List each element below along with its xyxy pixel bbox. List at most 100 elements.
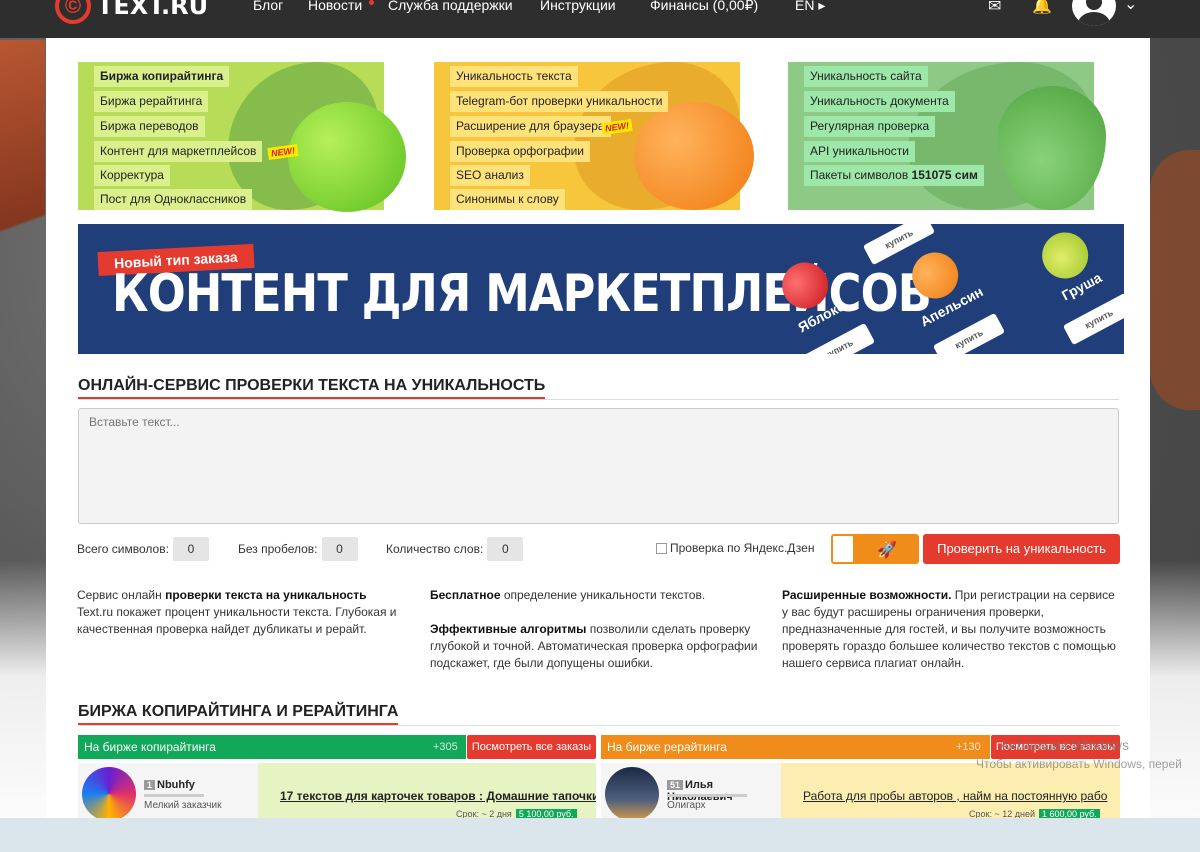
- total-chars-value: 0: [172, 537, 209, 561]
- no-space-chars: Без пробелов: 0: [238, 537, 358, 561]
- rewriting-customer[interactable]: 51 Илья Николаевич Олигарх: [601, 763, 781, 821]
- info-text: Сервис онлайн: [77, 588, 166, 602]
- chevron-down-icon[interactable]: ⌄: [1124, 0, 1137, 14]
- logo-icon: ©: [55, 0, 91, 24]
- total-chars-label: Всего символов:: [77, 542, 169, 556]
- customer-level: 51: [667, 780, 684, 790]
- rewriting-exchange-header[interactable]: На бирже рерайтинга +130: [601, 735, 990, 759]
- dzen-label: Проверка по Яндекс.Дзен: [670, 541, 815, 555]
- section-divider: [78, 725, 1119, 726]
- menu-seo-analysis[interactable]: SEO анализ: [450, 165, 530, 186]
- copywriting-label: На бирже копирайтинга: [84, 740, 216, 754]
- nav-instructions[interactable]: Инструкции: [540, 0, 616, 13]
- orange-image: [634, 102, 754, 210]
- nav-news[interactable]: Новости: [308, 0, 362, 13]
- site-logo[interactable]: © TEXT.RU: [55, 0, 208, 24]
- order-deadline: Срок: ~ 12 дней: [969, 809, 1035, 818]
- nav-finances[interactable]: Финансы (0,00₽): [650, 0, 758, 14]
- background-bowl: [1150, 150, 1200, 410]
- windows-activation-title: Активация Windows: [1000, 737, 1130, 753]
- panel-site-tools: Уникальность сайта Уникальность документ…: [788, 62, 1106, 210]
- menu-telegram-bot[interactable]: Telegram-бот проверки уникальности: [450, 91, 669, 112]
- main-content: Биржа копирайтинга Биржа рерайтинга Бирж…: [46, 38, 1150, 821]
- menu-text-uniqueness[interactable]: Уникальность текста: [450, 66, 578, 87]
- menu-translation-exchange[interactable]: Биржа переводов: [94, 116, 205, 137]
- priority-toggle[interactable]: 🚀: [831, 534, 919, 564]
- bell-icon[interactable]: 🔔: [1032, 0, 1052, 16]
- info-column-1: Сервис онлайн проверки текста на уникаль…: [77, 587, 407, 638]
- exchange-title: БИРЖА КОПИРАЙТИНГА И РЕРАЙТИНГА: [78, 703, 399, 725]
- view-all-copywriting-button[interactable]: Посмотреть все заказы: [467, 735, 596, 759]
- user-avatar-icon[interactable]: [1072, 0, 1116, 26]
- word-count-value: 0: [487, 537, 524, 561]
- card-buy-button: купить: [1062, 292, 1124, 346]
- menu-api[interactable]: API уникальности: [804, 141, 915, 162]
- menu-proofreading[interactable]: Корректура: [94, 165, 170, 186]
- customer-avatar[interactable]: [605, 767, 659, 821]
- banner-card-pear: Груша купить: [1017, 224, 1124, 354]
- menu-document-uniqueness[interactable]: Уникальность документа: [804, 91, 955, 112]
- rocket-icon: 🚀: [877, 542, 897, 559]
- news-notification-dot: [369, 0, 374, 5]
- order-deadline: Срок: ~ 2 дня: [456, 809, 512, 818]
- info-column-2: Бесплатное определение уникальности текс…: [430, 587, 770, 672]
- section-divider: [78, 399, 1119, 400]
- rewriting-count: +130: [956, 741, 981, 753]
- no-space-label: Без пробелов:: [238, 542, 318, 556]
- bottom-bar: [0, 818, 1200, 852]
- menu-rewriting-exchange[interactable]: Биржа рерайтинга: [94, 91, 209, 112]
- menu-spellcheck[interactable]: Проверка орфографии: [450, 141, 590, 162]
- customer-level: 1: [144, 780, 156, 790]
- text-input[interactable]: [78, 408, 1119, 524]
- total-chars: Всего символов: 0: [77, 537, 209, 561]
- nav-support[interactable]: Служба поддержки: [388, 0, 513, 13]
- order-title-link[interactable]: Работа для пробы авторов , найм на посто…: [803, 789, 1107, 803]
- order-price: 5 100,00 руб.: [515, 809, 577, 818]
- info-bold: Эффективные алгоритмы: [430, 622, 587, 636]
- windows-activation-text: Чтобы активировать Windows, перей: [976, 757, 1182, 771]
- checker-title: ОНЛАЙН-СЕРВИС ПРОВЕРКИ ТЕКСТА НА УНИКАЛЬ…: [78, 377, 546, 399]
- menu-synonyms[interactable]: Синонимы к слову: [450, 189, 565, 210]
- customer-avatar[interactable]: [82, 767, 136, 821]
- top-navigation-bar: © TEXT.RU Блог Новости Служба поддержки …: [0, 0, 1200, 38]
- apple-image: [288, 102, 406, 212]
- menu-ok-post[interactable]: Пост для Одноклассников: [94, 189, 253, 210]
- menu-browser-extension[interactable]: Расширение для браузера: [450, 116, 611, 137]
- rewriting-label: На бирже рерайтинга: [607, 740, 727, 754]
- copywriting-customer[interactable]: 1 Nbuhfy Мелкий заказчик: [78, 763, 258, 821]
- info-link[interactable]: проверки текста на уникальность: [165, 588, 366, 602]
- order-meta: Срок: ~ 2 дня 5 100,00 руб.: [456, 809, 577, 818]
- info-column-3: Расширенные возможности. При регистрации…: [782, 587, 1122, 672]
- copywriting-order[interactable]: 17 текстов для карточек товаров : Домашн…: [258, 763, 596, 818]
- check-uniqueness-button[interactable]: Проверить на уникальность: [923, 534, 1120, 564]
- info-text: Text.ru покажет процент уникальности тек…: [77, 605, 397, 636]
- menu-symbol-packages[interactable]: Пакеты символов 151075 сим: [804, 165, 984, 186]
- customer-progress: [144, 794, 204, 797]
- menu-copywriting-exchange[interactable]: Биржа копирайтинга: [94, 66, 230, 87]
- info-bold: Расширенные возможности.: [782, 588, 952, 602]
- rewriting-order[interactable]: Работа для пробы авторов , найм на посто…: [781, 763, 1120, 818]
- customer-rank: Мелкий заказчик: [144, 800, 222, 811]
- dzen-check[interactable]: Проверка по Яндекс.Дзен: [656, 541, 814, 555]
- menu-marketplace-content[interactable]: Контент для маркетплейсов: [94, 141, 263, 162]
- mail-icon[interactable]: ✉: [988, 0, 1001, 16]
- copywriting-exchange-header[interactable]: На бирже копирайтинга +305: [78, 735, 466, 759]
- no-space-value: 0: [321, 537, 358, 561]
- nav-blog[interactable]: Блог: [253, 0, 283, 13]
- customer-name[interactable]: 1 Nbuhfy: [144, 779, 195, 791]
- background-leaf: [0, 40, 45, 340]
- menu-site-uniqueness[interactable]: Уникальность сайта: [804, 66, 928, 87]
- dzen-checkbox[interactable]: [656, 542, 667, 554]
- logo-text: TEXT.RU: [97, 0, 209, 20]
- symbols-count: 151075 сим: [911, 168, 978, 182]
- language-switch[interactable]: EN ▸: [795, 0, 825, 14]
- marketplace-banner[interactable]: Новый тип заказа КОНТЕНТ ДЛЯ МАРКЕТПЛЕЙС…: [78, 224, 1124, 354]
- customer-rank: Олигарх: [667, 800, 706, 811]
- order-title-link[interactable]: 17 текстов для карточек товаров : Домашн…: [280, 789, 596, 803]
- info-text: определение уникальности текстов.: [500, 588, 706, 602]
- customer-name-text: Nbuhfy: [157, 779, 195, 791]
- order-price: 1 600,00 руб.: [1038, 809, 1100, 818]
- word-count: Количество слов: 0: [386, 537, 524, 561]
- menu-regular-check[interactable]: Регулярная проверка: [804, 116, 936, 137]
- symbol-packages-label: Пакеты символов: [810, 168, 909, 182]
